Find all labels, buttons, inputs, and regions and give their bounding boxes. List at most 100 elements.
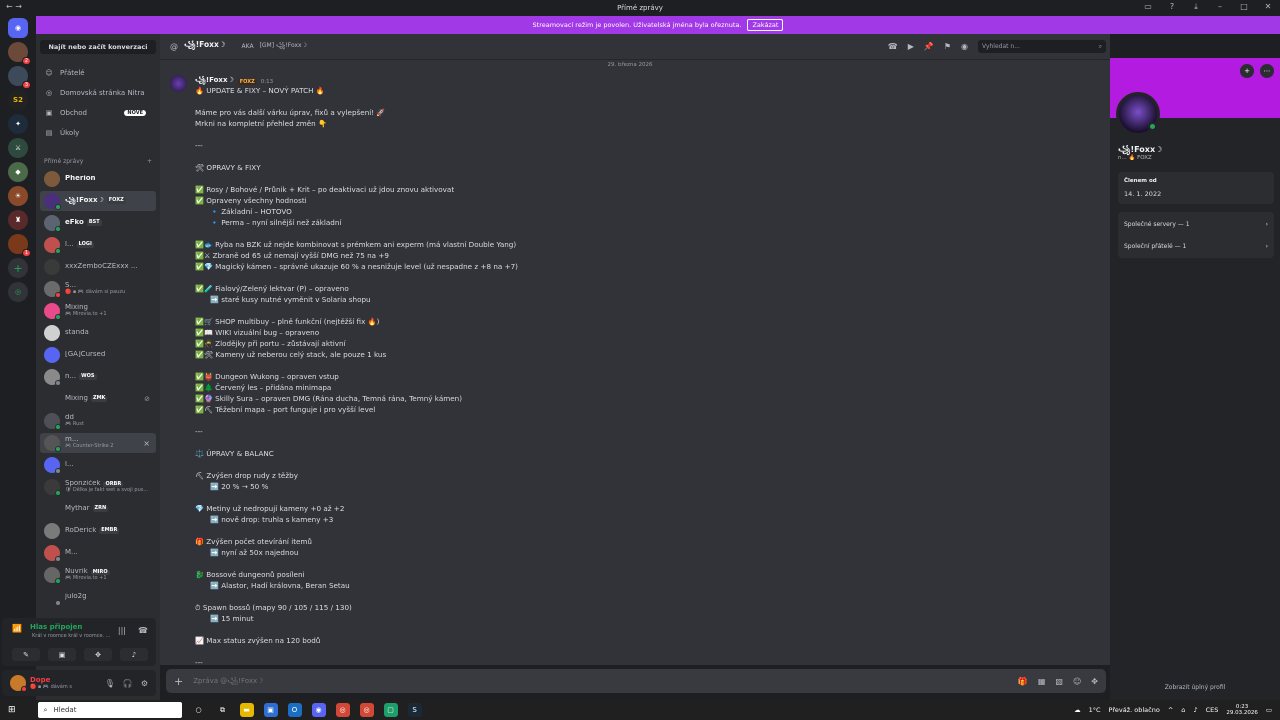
clock[interactable]: 0:23 29.03.2026 [1226, 704, 1258, 716]
dm-item[interactable]: Mixing ZMK ⊘ [40, 389, 156, 409]
dm-item[interactable]: Pherion [40, 169, 156, 189]
task-view-icon[interactable]: ⧉ [216, 703, 230, 717]
profile-toggle-icon[interactable]: ◉ [961, 42, 968, 51]
emoji-icon[interactable]: ☺ [1073, 677, 1081, 686]
server-icon[interactable]: ✦ [8, 114, 28, 134]
discord-icon[interactable]: ◉ [311, 703, 326, 717]
mutual-friends[interactable]: Společní přátelé — 1 › [1124, 239, 1268, 253]
disconnect-icon[interactable]: ☎ [138, 626, 148, 635]
chrome-icon[interactable]: ◎ [359, 703, 374, 717]
nav-nitro[interactable]: ◎ Domovská stránka Nitra [44, 84, 156, 102]
server-icon[interactable]: ☀ [8, 186, 28, 206]
dm-item[interactable]: julo2g [40, 587, 156, 607]
weather-text[interactable]: Převáž. oblačno [1109, 706, 1160, 714]
dm-item[interactable]: Nuvrik MIRO 🎮 Mirovia.to +1 [40, 565, 156, 585]
close-dm-icon[interactable]: × [143, 439, 150, 448]
add-friend-icon[interactable]: ⚑ [944, 42, 951, 51]
activity-icon[interactable]: ✥ [84, 648, 112, 661]
headphones-icon[interactable]: 🎧 [123, 679, 133, 688]
tray-chevron-icon[interactable]: ^ [1168, 706, 1173, 714]
guild-tag[interactable]: FOXZ [237, 79, 257, 85]
file-explorer-icon[interactable]: ▬ [239, 703, 254, 717]
network-icon[interactable]: ⌂ [1181, 706, 1185, 714]
nav-quests[interactable]: ▤ Úkoly [44, 124, 156, 142]
nav-friends[interactable]: ☺ Přátelé [44, 64, 156, 82]
mutual-servers[interactable]: Společné servery — 1 › [1124, 217, 1268, 231]
server-icon[interactable]: 3 [8, 66, 31, 89]
voice-title[interactable]: Hlas připojen [30, 623, 82, 631]
store-icon[interactable]: ▣ [263, 703, 278, 717]
dm-item[interactable]: [GA]Cursed [40, 345, 156, 365]
server-icon[interactable]: ♜ [8, 210, 28, 230]
apps-icon[interactable]: ✥ [1091, 677, 1098, 686]
call-icon[interactable]: ☎ [888, 42, 898, 51]
avatar[interactable] [10, 675, 27, 692]
dm-item[interactable]: xxxZemboCZExxx ... [40, 257, 156, 277]
server-icon[interactable]: ⚔ [8, 138, 28, 158]
view-full-profile-link[interactable]: Zobrazit úplný profil [1110, 684, 1280, 691]
profile-avatar[interactable] [1116, 92, 1160, 136]
add-friend-icon[interactable]: + [1240, 64, 1254, 78]
avatar[interactable] [170, 75, 187, 92]
new-dm-icon[interactable]: + [147, 158, 152, 165]
cortana-icon[interactable]: ○ [192, 703, 206, 717]
message-input[interactable] [193, 677, 974, 685]
server-icon[interactable]: S2 [8, 90, 28, 110]
app-icon[interactable]: ▢ [383, 703, 398, 717]
chrome-icon[interactable]: ◎ [335, 703, 350, 717]
dm-item[interactable]: standa [40, 323, 156, 343]
help-icon[interactable]: ? [1166, 2, 1178, 12]
dm-item[interactable]: l... LOGI [40, 235, 156, 255]
server-icon[interactable]: ◆ [8, 162, 28, 182]
nav-shop[interactable]: ▣ Obchod NOVÉ [44, 104, 156, 122]
soundboard-icon[interactable]: ♪ [120, 648, 148, 661]
disable-streamer-mode-button[interactable]: Zakázat [747, 19, 784, 31]
camera-icon[interactable]: ✎ [12, 648, 40, 661]
server-icon[interactable]: 2 [8, 42, 31, 65]
dm-item[interactable]: S... 🔴 ▪ 🎮 dávám si pauzu [40, 279, 156, 299]
inbox-icon[interactable]: ▭ [1142, 2, 1154, 12]
dm-item[interactable]: Sponzíček ORBR 🛡 Dělka je fakt wet a svoji… [40, 477, 156, 497]
dm-search-button[interactable]: Najít nebo začít konverzaci [40, 40, 156, 54]
noise-icon[interactable]: ||| [118, 626, 126, 635]
dm-item[interactable]: M... [40, 543, 156, 563]
more-icon[interactable]: ⋯ [1260, 64, 1274, 78]
gift-icon[interactable]: 🎁 [1018, 677, 1028, 686]
notifications-icon[interactable]: ▭ [1266, 706, 1272, 714]
avatar [44, 281, 61, 298]
screen-share-icon[interactable]: ▣ [48, 648, 76, 661]
server-icon[interactable]: 1 [8, 234, 31, 257]
close-icon[interactable]: ✕ [1262, 2, 1274, 12]
dm-item[interactable]: m... 🎮 Counter-Strike 2 × [40, 433, 156, 453]
volume-icon[interactable]: ♪ [1193, 706, 1197, 714]
video-call-icon[interactable]: ▶ [908, 42, 914, 51]
steam-icon[interactable]: S [407, 703, 422, 717]
back-forward-icons[interactable]: ← → [6, 2, 22, 11]
maximize-icon[interactable]: □ [1238, 2, 1250, 12]
add-server-icon[interactable]: + [8, 258, 28, 278]
language-indicator[interactable]: CES [1206, 706, 1219, 714]
search-input[interactable]: Vyhledat n... ⌕ [978, 40, 1106, 53]
download-icon[interactable]: ⤓ [1190, 2, 1202, 12]
attach-icon[interactable]: + [174, 675, 183, 688]
dm-item[interactable]: l... [40, 455, 156, 475]
minimize-icon[interactable]: – [1214, 2, 1226, 12]
pin-icon[interactable]: 📌 [924, 42, 934, 51]
gif-icon[interactable]: ▦ [1038, 677, 1046, 686]
settings-icon[interactable]: ⚙ [141, 679, 148, 688]
sticker-icon[interactable]: ▧ [1055, 677, 1063, 686]
dm-item[interactable]: eFko BST [40, 213, 156, 233]
explore-icon[interactable]: ◎ [8, 282, 28, 302]
dm-item[interactable]: Mythar ZRN [40, 499, 156, 519]
dm-item[interactable]: n... WOS [40, 367, 156, 387]
home-icon[interactable]: ◉ [8, 18, 28, 38]
taskbar-search[interactable]: ⌕ Hledat [37, 702, 182, 718]
dm-item[interactable]: Mixing 🎮 Mirovia.to +1 [40, 301, 156, 321]
chat-user-name[interactable]: ꧁!Foxx☽ [184, 39, 226, 54]
outlook-icon[interactable]: O [287, 703, 302, 717]
dm-item[interactable]: dd 🎮 Rust [40, 411, 156, 431]
start-icon[interactable]: ⊞ [8, 705, 16, 715]
dm-item[interactable]: RoDerick EMBR [40, 521, 156, 541]
microphone-icon[interactable]: 🎙 [105, 679, 115, 688]
dm-item[interactable]: ꧁!Foxx☽ FOXZ [40, 191, 156, 211]
